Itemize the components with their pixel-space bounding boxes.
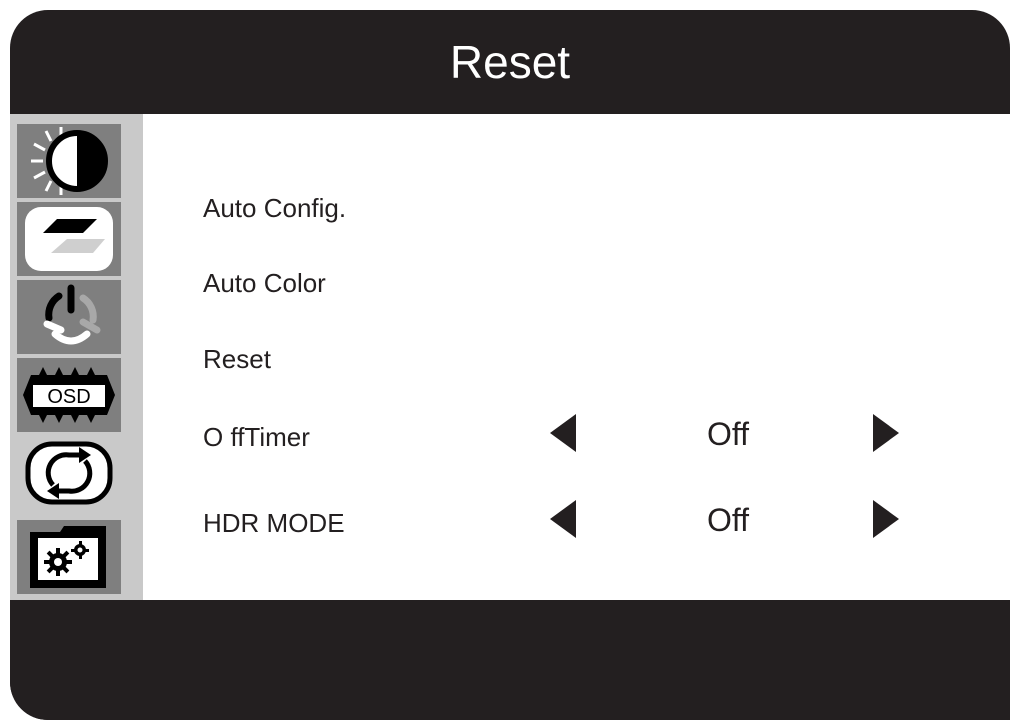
sidebar-item-misc[interactable] (17, 520, 121, 594)
menu-item-auto-color[interactable]: Auto Color (203, 268, 326, 299)
menu-item-reset[interactable]: Reset (203, 344, 271, 375)
sidebar: OSD (10, 114, 143, 600)
image-setup-icon (25, 207, 113, 271)
menu-item-hdr-mode[interactable]: HDR MODE (203, 508, 345, 539)
hdr-mode-decrease-arrow[interactable] (550, 500, 576, 538)
menu-panel: Auto Config. Auto Color Reset O ffTimer … (143, 114, 1010, 600)
sidebar-item-reset[interactable] (17, 436, 121, 510)
brightness-contrast-icon (31, 127, 108, 195)
sidebar-item-color[interactable] (17, 280, 121, 354)
footer-bar (10, 600, 1010, 720)
menu-item-off-timer[interactable]: O ffTimer (203, 422, 310, 453)
hdr-mode-value: Off (706, 502, 750, 538)
sidebar-item-brightness[interactable] (17, 124, 121, 198)
color-temperature-icon (43, 284, 101, 345)
sidebar-item-osd[interactable]: OSD (17, 358, 121, 432)
menu-item-auto-config[interactable]: Auto Config. (203, 193, 346, 224)
sidebar-item-image[interactable] (17, 202, 121, 276)
off-timer-value: Off (706, 416, 750, 452)
off-timer-decrease-arrow[interactable] (550, 414, 576, 452)
reset-icon (25, 441, 113, 505)
off-timer-increase-arrow[interactable] (873, 414, 899, 452)
page-title: Reset (449, 36, 571, 88)
hdr-mode-increase-arrow[interactable] (873, 500, 899, 538)
osd-label: OSD (47, 386, 90, 408)
osd-window: Reset OSD Auto Config. Auto Color Reset … (10, 10, 1010, 720)
osd-settings-icon: OSD (23, 367, 115, 423)
misc-settings-icon (30, 526, 106, 588)
